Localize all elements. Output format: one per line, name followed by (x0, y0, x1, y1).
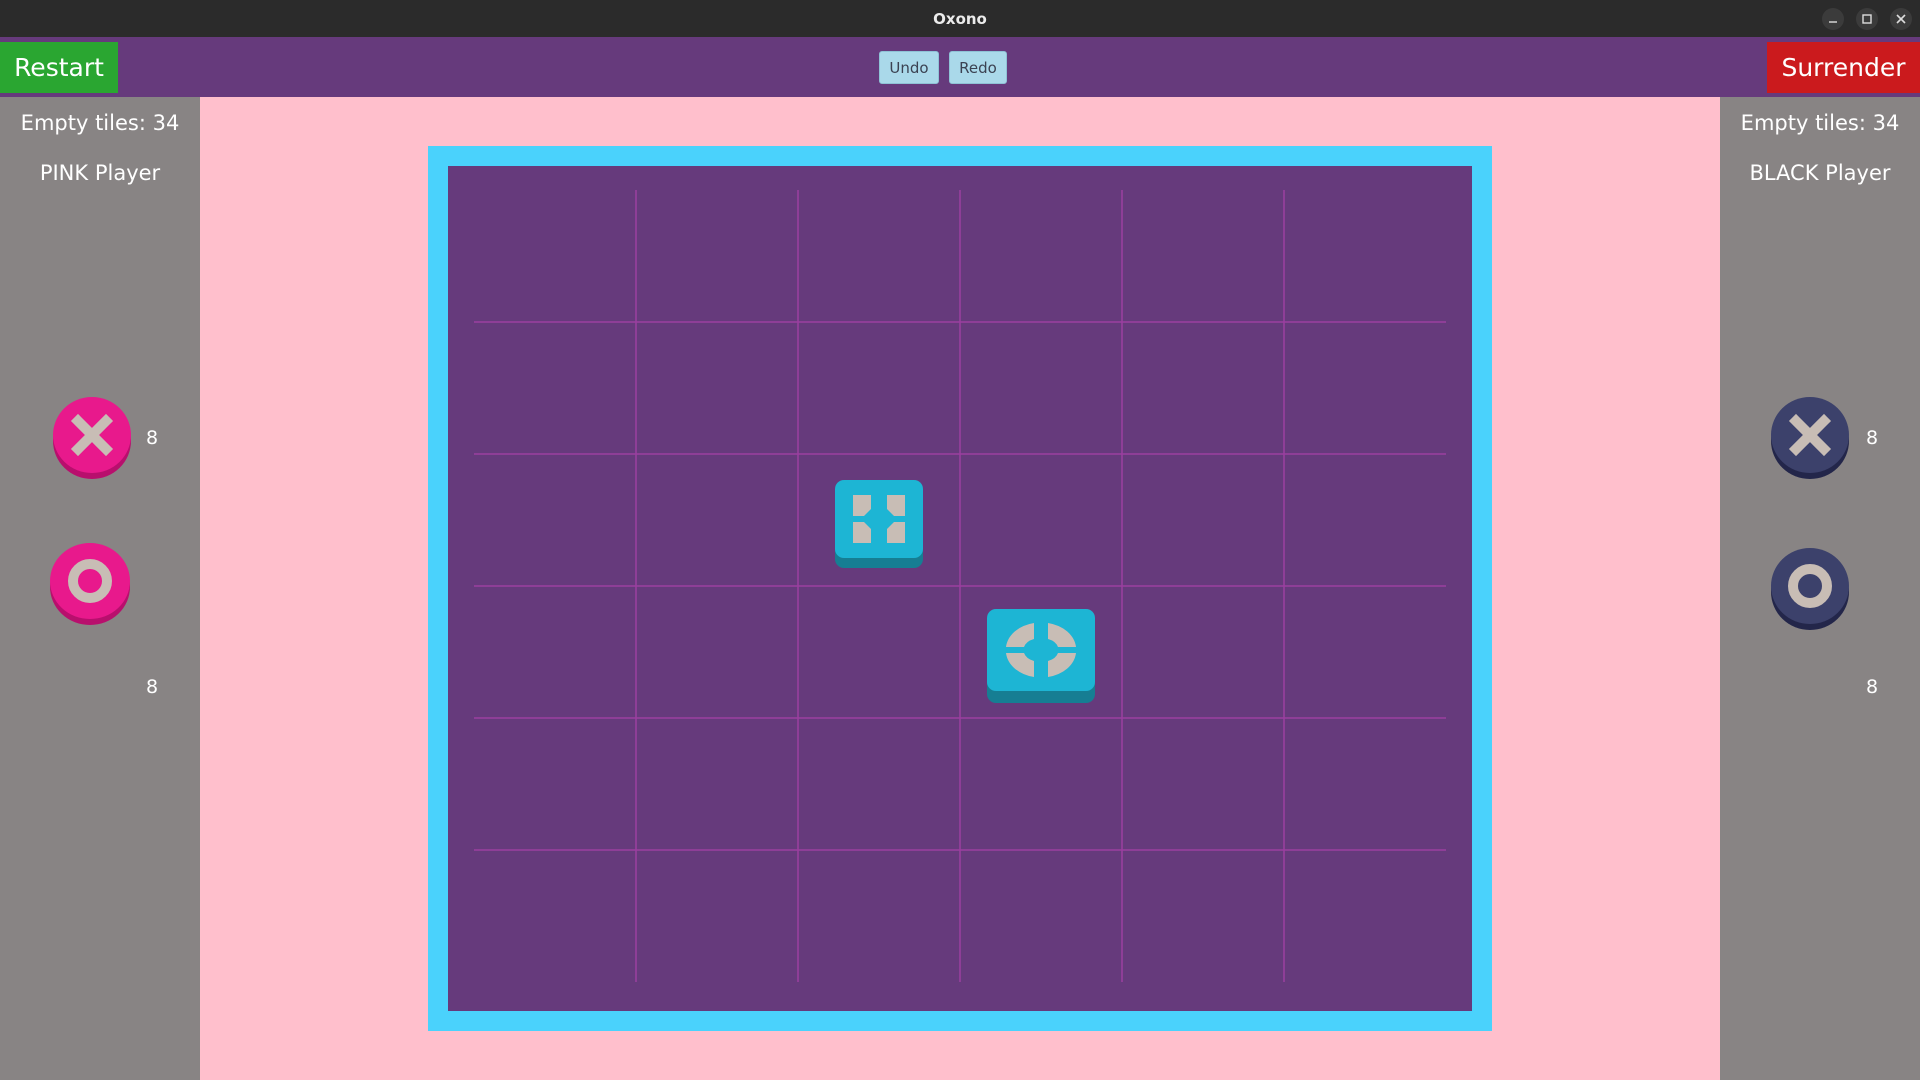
pink-o-count: 8 (146, 676, 159, 698)
pink-o-token-icon (50, 543, 130, 625)
game-toolbar: Restart Undo Redo Surrender (0, 37, 1920, 97)
o-totem-icon (987, 609, 1095, 703)
board-grid (474, 190, 1446, 982)
window-controls (1822, 8, 1912, 30)
pink-o-token[interactable] (49, 541, 131, 627)
surrender-button[interactable]: Surrender (1767, 42, 1920, 93)
black-x-count: 8 (1866, 427, 1879, 449)
minimize-icon (1829, 21, 1837, 23)
black-empty-tiles-label: Empty tiles: 34 (1740, 111, 1900, 135)
window-title: Oxono (933, 9, 987, 28)
pink-x-token[interactable] (51, 396, 133, 482)
oxono-app: Oxono Restart Undo Redo Surrender Empty … (0, 0, 1920, 1080)
close-window-button[interactable] (1890, 8, 1912, 30)
black-o-token[interactable] (1769, 546, 1851, 632)
minimize-button[interactable] (1822, 8, 1844, 30)
game-board[interactable] (448, 166, 1472, 1011)
pink-empty-tiles-label: Empty tiles: 34 (20, 111, 180, 135)
maximize-icon (1862, 14, 1872, 24)
black-o-count: 8 (1866, 676, 1879, 698)
pink-player-panel: Empty tiles: 34 PINK Player 8 8 (0, 97, 200, 1080)
black-player-panel: Empty tiles: 34 BLACK Player 8 8 (1720, 97, 1920, 1080)
maximize-button[interactable] (1856, 8, 1878, 30)
black-x-token-icon (1771, 397, 1849, 479)
restart-button[interactable]: Restart (0, 42, 118, 93)
black-o-token-icon (1771, 548, 1849, 630)
o-totem-piece[interactable] (987, 609, 1095, 703)
pink-x-token-icon (53, 397, 131, 479)
window-titlebar: Oxono (0, 0, 1920, 37)
pink-x-count: 8 (146, 427, 159, 449)
black-player-name: BLACK Player (1749, 161, 1891, 185)
redo-button[interactable]: Redo (949, 51, 1007, 84)
close-icon (1896, 14, 1906, 24)
black-x-token[interactable] (1769, 395, 1851, 481)
undo-button[interactable]: Undo (879, 51, 939, 84)
x-totem-icon (835, 480, 923, 568)
pink-player-name: PINK Player (39, 161, 161, 185)
x-totem-piece[interactable] (835, 480, 923, 568)
